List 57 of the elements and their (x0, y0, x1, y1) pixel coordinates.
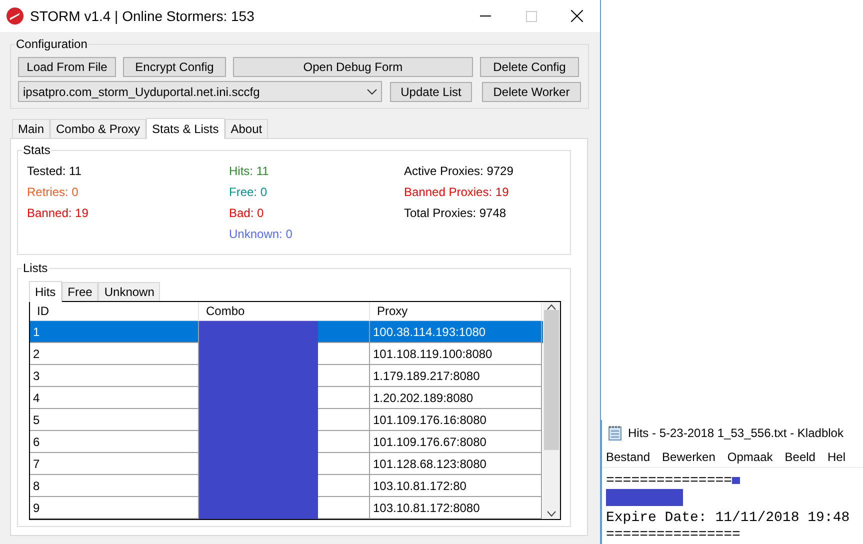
table-row[interactable]: 5 101.109.176.16:8080 (30, 409, 543, 431)
table-row[interactable]: 9 103.10.81.172:8080 (30, 497, 543, 519)
group-title: Stats (22, 143, 52, 157)
table-cell: 103.10.81.172:8080 (370, 497, 542, 519)
menu-item[interactable]: Hel (827, 450, 846, 464)
group-title: Lists (22, 261, 49, 275)
tab[interactable]: Main (12, 119, 50, 138)
storm-logo-icon (6, 7, 24, 25)
action-button[interactable]: Update List (390, 82, 472, 102)
menu-item[interactable]: Bewerken (662, 450, 716, 464)
tab[interactable]: Combo & Proxy (50, 119, 146, 138)
stat-label: Retries: 0 (27, 185, 80, 200)
stat-label: Tested: 11 (27, 164, 82, 179)
tab[interactable]: Free (62, 282, 98, 301)
table-row[interactable]: 2 101.108.119.100:8080 (30, 343, 543, 365)
action-button[interactable]: Load From File (18, 57, 116, 77)
minimize-icon (480, 15, 490, 17)
chevron-down-icon (367, 88, 377, 94)
stat-label: Unknown: 0 (229, 227, 294, 242)
tab[interactable]: Unknown (98, 282, 160, 301)
table-row[interactable]: 8 103.10.81.172:80 (30, 475, 543, 497)
menu-item[interactable]: Beeld (784, 450, 816, 464)
group-title: Configuration (15, 37, 88, 51)
menu-item[interactable]: Opmaak (727, 450, 773, 464)
config-dropdown[interactable]: ipsatpro.com_storm_Uyduportal.net.ini.sccfg (18, 81, 382, 102)
stat-label: Total Proxies: 9748 (404, 206, 508, 221)
scroll-down-icon (547, 511, 556, 517)
action-button[interactable]: Open Debug Form (233, 57, 473, 77)
action-button[interactable]: Delete Config (480, 57, 579, 77)
window-title: STORM v1.4 | Online Stormers: 153 (30, 8, 256, 24)
scrollbar[interactable] (543, 302, 560, 519)
notepad-icon (608, 425, 622, 441)
tab[interactable]: Stats & Lists (146, 118, 225, 139)
table-row[interactable]: 7 101.128.68.123:8080 (30, 453, 543, 475)
text-line: =============== (606, 472, 732, 488)
stat-label: Hits: 11 (229, 164, 270, 179)
menu-item[interactable]: Bestand (606, 450, 650, 464)
action-button[interactable]: Delete Worker (482, 82, 581, 102)
table-row[interactable]: 4 1.20.202.189:8080 (30, 387, 543, 409)
close-icon (571, 10, 583, 22)
table-row[interactable]: 6 101.109.176.67:8080 (30, 431, 543, 453)
stat-label: Banned: 19 (27, 206, 90, 221)
window-title: Hits - 5-23-2018 1_53_556.txt - Kladblok (628, 426, 844, 440)
stat-label: Free: 0 (229, 185, 268, 200)
stat-label: Banned Proxies: 19 (404, 185, 510, 200)
tab[interactable]: Hits (29, 281, 62, 302)
text-line: ================ (606, 526, 740, 542)
stat-label: Active Proxies: 9729 (404, 164, 514, 179)
table-row[interactable]: 1 100.38.114.193:1080 (30, 321, 543, 343)
text-line: Expire Date: 11/11/2018 19:48 (606, 510, 850, 526)
action-button[interactable]: Encrypt Config (123, 57, 226, 77)
table-cell: 9 (30, 497, 199, 519)
table-row[interactable]: 3 1.179.189.217:8080 (30, 365, 543, 387)
tab[interactable]: About (224, 119, 268, 138)
scroll-up-icon (547, 304, 556, 310)
stat-label: Bad: 0 (229, 206, 265, 221)
maximize-icon (526, 10, 536, 22)
